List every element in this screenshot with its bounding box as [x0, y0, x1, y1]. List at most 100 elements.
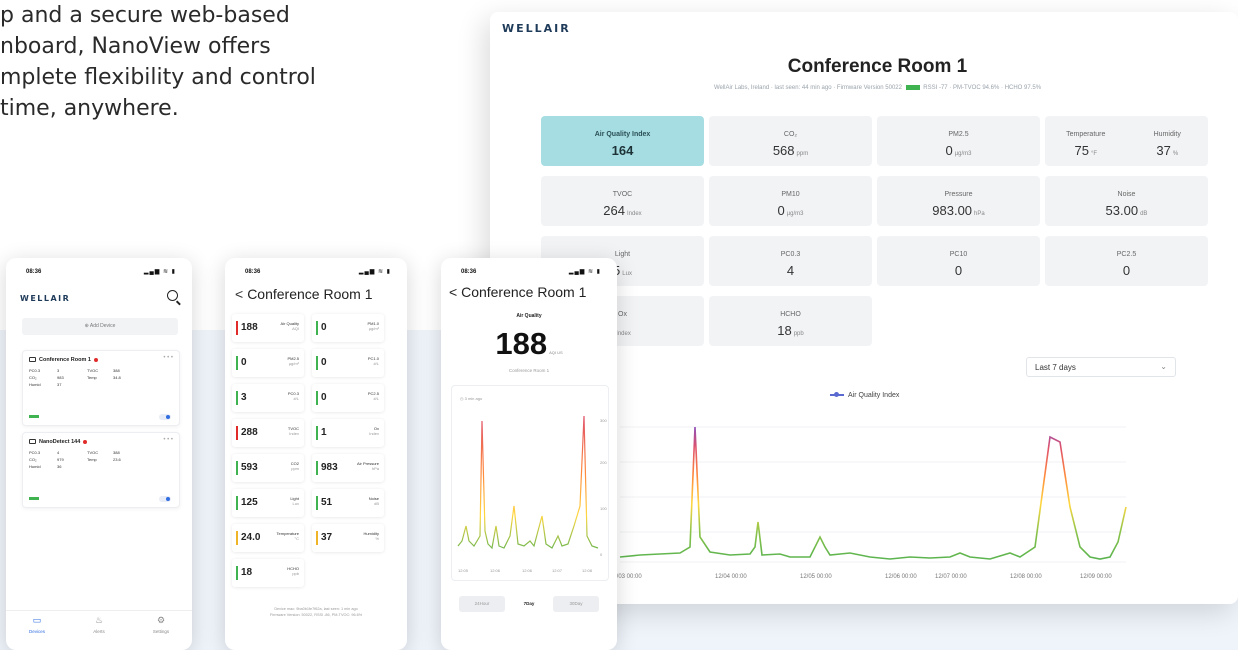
tile-pm10[interactable]: PM10 0 µg/m3 — [709, 176, 872, 226]
tile-label: Humidity — [1153, 131, 1181, 138]
tile-pc25[interactable]: PC2.5 0 — [1045, 236, 1208, 286]
reading-tile[interactable]: 3 PC0.3 #/L — [232, 384, 304, 412]
segment-30day[interactable]: 30Day — [553, 596, 599, 612]
reading-tile[interactable]: 18 HCHO ppb — [232, 559, 304, 587]
tile-noise[interactable]: Noise 53.00 dB — [1045, 176, 1208, 226]
tab-devices[interactable]: ▭ Devices — [6, 615, 68, 634]
status-icons: ▂▄▆ ≋ ▮ — [143, 269, 176, 275]
y-axis-ticks: 300 200 100 0 — [600, 418, 607, 557]
toggle-switch[interactable] — [159, 496, 171, 502]
battery-icon — [29, 415, 39, 418]
reading-tile[interactable]: 1 Ox Index — [312, 419, 384, 447]
tile-label: HCHO — [780, 311, 801, 318]
copy-line: nboard, NanoView offers — [0, 34, 271, 59]
reading-status-bar — [236, 391, 238, 405]
more-icon[interactable]: • • • — [163, 437, 173, 443]
reading-label: Air Pressure hPa — [356, 461, 379, 471]
wellair-logo: WELLAIR — [20, 294, 71, 303]
tile-pc10[interactable]: PC10 0 — [877, 236, 1040, 286]
tile-value: 264 Index — [603, 203, 642, 218]
reading-tile[interactable]: 24.0 Temperature °C — [232, 524, 304, 552]
more-icon[interactable]: • • • — [163, 355, 173, 361]
reading-tile[interactable]: 288 TVOC Index — [232, 419, 304, 447]
nav-header: < Conference Room 1 — [235, 286, 372, 302]
alert-dot-icon — [93, 357, 98, 362]
tile-tvoc[interactable]: TVOC 264 Index — [541, 176, 704, 226]
tile-temp-humidity[interactable]: Temperature 75 °F Humidity 37% — [1045, 116, 1208, 166]
segment-24hour[interactable]: 24Hour — [459, 596, 505, 612]
search-icon[interactable] — [167, 290, 178, 301]
device-readings: PC0.3 4 TVOC 388 CO₂ 979 Temp 23.6 Humid 36 — [29, 450, 121, 469]
tile-co2[interactable]: CO₂ 568 ppm — [709, 116, 872, 166]
subtitle-tvoc: PM-TVOC 94.6% — [952, 85, 1000, 92]
reading-tile[interactable]: 188 Air Quality AQI — [232, 314, 304, 342]
wellair-logo[interactable]: WELLAIR — [502, 22, 571, 35]
reading-tile[interactable]: 0 PM2.5 µg/m³ — [232, 349, 304, 377]
reading-status-bar — [236, 426, 238, 440]
x-tick: 12:07 — [552, 568, 563, 573]
reading-tile[interactable]: 125 Light Lux — [232, 489, 304, 517]
subtitle-rssi: RSSI -77 — [923, 85, 948, 92]
aqi-series-line[interactable] — [619, 426, 1127, 560]
reading-label: Temperature °C — [276, 531, 299, 541]
status-icons: ▂▄▆ ≋ ▮ — [358, 269, 391, 275]
reading-tile[interactable]: 0 PC1.0 #/L — [312, 349, 384, 377]
device-icon — [29, 439, 36, 445]
reading-tile[interactable]: 0 PM1.0 µg/m³ — [312, 314, 384, 342]
tile-label: PM10 — [781, 191, 800, 198]
tile-value: 568 ppm — [772, 143, 809, 158]
aqi-series-line[interactable] — [457, 415, 599, 550]
x-tick: 12/08 00:00 — [1010, 574, 1042, 580]
tile-pressure[interactable]: Pressure 983.00 hPa — [877, 176, 1040, 226]
add-device-button[interactable]: ⊕ Add Device — [22, 318, 178, 335]
tile-aqi[interactable]: Air Quality Index 164 — [541, 116, 704, 166]
segment-7day[interactable]: 7Day — [506, 596, 552, 612]
tab-settings[interactable]: ⚙ Settings — [130, 615, 192, 634]
subtitle-last-seen: last seen: 44 min ago — [774, 85, 832, 92]
x-axis-ticks: 12/03 00:00 12/04 00:00 12/05 00:00 12/0… — [610, 574, 1112, 580]
reading-value: 0 — [321, 392, 327, 403]
device-subtitle: WellAir Labs, Ireland · last seen: 44 mi… — [713, 85, 1042, 92]
tile-label: Pressure — [944, 191, 973, 198]
reading-status-bar — [236, 531, 238, 545]
tile-label: PC2.5 — [1116, 251, 1137, 258]
page-title: Conference Room 1 — [787, 56, 968, 77]
reading-status-bar — [236, 321, 238, 335]
tile-hcho[interactable]: HCHO 18 ppb — [709, 296, 872, 346]
device-title: Conference Room 1 — [29, 357, 98, 363]
device-icon: ▭ — [32, 615, 42, 625]
device-readings: PC0.3 3 TVOC 388 CO₂ 983 Temp 34.8 Humid 37 — [29, 368, 121, 387]
reading-tile[interactable]: 37 Humidity% — [312, 524, 384, 552]
tile-value: 983.00 hPa — [932, 203, 985, 218]
date-range-select[interactable]: Last 7 days ⌄ — [1026, 357, 1176, 377]
reading-value: 3 — [241, 392, 247, 403]
tab-alerts[interactable]: ♨ Alerts — [68, 615, 130, 634]
y-tick: 300 — [600, 418, 607, 423]
reading-tile[interactable]: 593 CO2 ppm — [232, 454, 304, 482]
x-tick: 12:06 — [490, 568, 501, 573]
device-card[interactable]: NanoDetect 144 • • • PC0.3 4 TVOC 388 CO₂ 97… — [22, 432, 180, 508]
metric-value: 188 AQI US — [495, 326, 563, 361]
reading-label: PM2.5 µg/m³ — [287, 356, 299, 366]
back-arrow-icon[interactable]: < — [235, 286, 243, 302]
reading-value: 983 — [321, 462, 338, 473]
copy-line: time, anywhere. — [0, 96, 179, 121]
reading-label: Noise dB — [368, 496, 379, 506]
legend-line-icon — [830, 392, 844, 398]
device-footer: Device mac: 9ba0b1fe7f62a, last seen: 1 … — [269, 607, 363, 617]
toggle-switch[interactable] — [159, 414, 171, 420]
reading-tile[interactable]: 51 Noise dB — [312, 489, 384, 517]
tile-value: 4 — [786, 263, 795, 278]
device-card[interactable]: Conference Room 1 • • • PC0.3 3 TVOC 388 CO… — [22, 350, 180, 426]
tile-pc03[interactable]: PC0.3 4 — [709, 236, 872, 286]
updated-label: ◷ 3 min ago — [460, 396, 483, 401]
reading-tile[interactable]: 0 PC2.5 #/L — [312, 384, 384, 412]
back-arrow-icon[interactable]: < — [449, 284, 457, 300]
x-axis-ticks: 12:05 12:06 12:06 12:07 12:08 — [458, 568, 593, 573]
tile-value: 37% — [1156, 143, 1179, 158]
reading-tile[interactable]: 983 Air Pressure hPa — [312, 454, 384, 482]
alert-dot-icon — [83, 439, 88, 444]
chart-legend[interactable]: Air Quality Index — [830, 392, 899, 399]
tile-value: 18 ppb — [777, 323, 804, 338]
tile-pm25[interactable]: PM2.5 0 µg/m3 — [877, 116, 1040, 166]
